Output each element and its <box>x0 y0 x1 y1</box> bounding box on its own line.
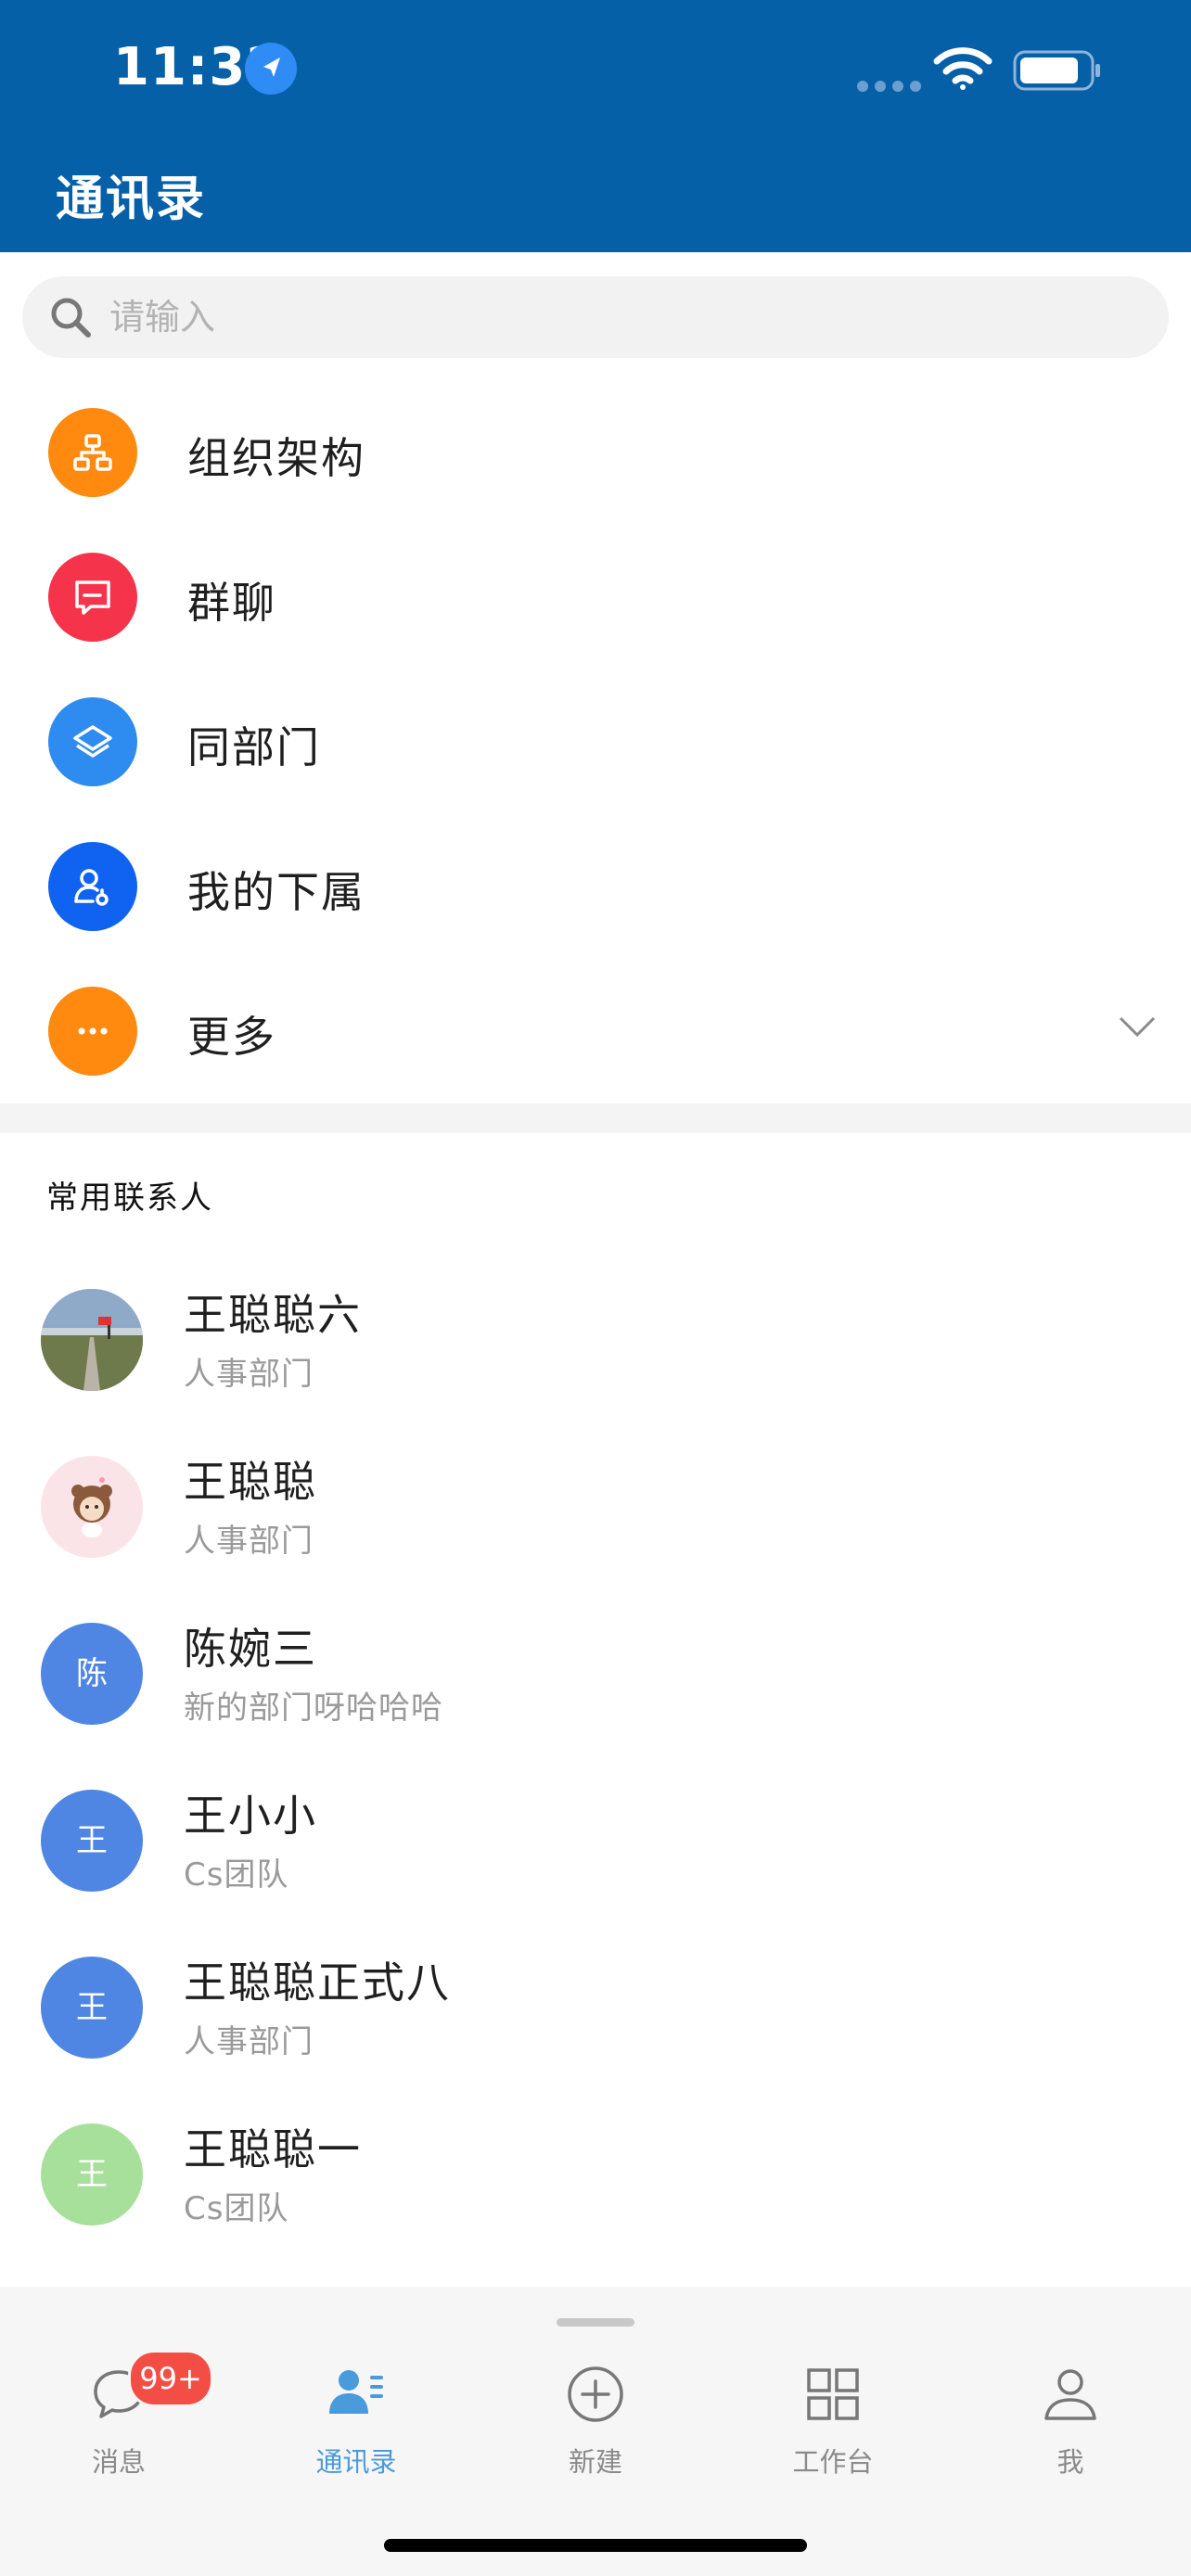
contact-row[interactable]: 陈 陈婉三 新的部门呀哈哈哈 <box>0 1606 1191 1773</box>
contact-name: 王聪聪 <box>184 1457 317 1507</box>
menu-item-group-chat[interactable]: 群聊 <box>0 525 1191 670</box>
page-title: 通讯录 <box>56 172 207 227</box>
battery-icon <box>1013 50 1102 95</box>
chat-bubble-icon <box>48 553 137 642</box>
contact-department: Cs团队 <box>184 2190 289 2227</box>
contact-row[interactable]: 王聪聪六 人事部门 <box>0 1272 1191 1439</box>
menu-item-label: 组织架构 <box>187 433 365 483</box>
grid-icon <box>803 2365 863 2428</box>
avatar <box>41 1289 143 1391</box>
person-icon <box>1041 2365 1100 2428</box>
home-indicator <box>384 2539 807 2552</box>
contact-row[interactable]: 王 王聪聪一 Cs团队 <box>0 2107 1191 2274</box>
chevron-down-icon[interactable] <box>1117 1013 1158 1044</box>
contact-name: 王聪聪一 <box>184 2124 362 2174</box>
contact-name: 王小小 <box>184 1791 317 1841</box>
tab-label: 工作台 <box>792 2446 874 2478</box>
search-input[interactable] <box>109 287 1148 347</box>
subordinate-icon <box>48 842 137 931</box>
section-divider <box>0 1103 1191 1133</box>
section-title: 常用联系人 <box>46 1180 213 1217</box>
contact-row[interactable]: 王 王小小 Cs团队 <box>0 1773 1191 1940</box>
contact-name: 王聪聪六 <box>184 1290 362 1340</box>
location-icon <box>245 43 297 95</box>
tab-label: 消息 <box>91 2446 146 2478</box>
tab-label: 通讯录 <box>315 2446 397 2478</box>
contact-department: Cs团队 <box>184 1856 289 1894</box>
search-icon <box>48 295 93 343</box>
avatar: 王 <box>41 1790 143 1892</box>
menu-item-label: 我的下属 <box>187 867 365 917</box>
cellular-signal-icon <box>857 78 928 96</box>
tab-label: 我 <box>1057 2446 1084 2478</box>
avatar: 陈 <box>41 1623 143 1725</box>
menu-item-label: 群聊 <box>187 578 276 628</box>
menu-item-my-subordinates[interactable]: 我的下属 <box>0 814 1191 959</box>
contact-department: 人事部门 <box>184 1356 314 1393</box>
more-dots-icon <box>48 987 137 1076</box>
drag-handle[interactable] <box>557 2318 634 2327</box>
contact-department: 新的部门呀哈哈哈 <box>184 1690 443 1727</box>
tab-workbench[interactable]: 工作台 <box>740 2365 926 2485</box>
menu-item-same-department[interactable]: 同部门 <box>0 670 1191 814</box>
contact-name: 陈婉三 <box>184 1624 317 1674</box>
layers-icon <box>48 697 137 786</box>
menu-item-label: 同部门 <box>187 722 321 772</box>
wifi-icon <box>933 46 992 95</box>
contact-row[interactable]: 王 王聪聪正式八 人事部门 <box>0 1940 1191 2107</box>
menu-item-org-structure[interactable]: 组织架构 <box>0 380 1191 525</box>
contact-row[interactable]: 王聪聪 人事部门 <box>0 1439 1191 1606</box>
plus-circle-icon <box>566 2365 625 2428</box>
menu-item-label: 更多 <box>187 1012 276 1062</box>
avatar: 王 <box>41 1957 143 2059</box>
contact-department: 人事部门 <box>184 1523 314 1560</box>
avatar <box>41 1456 143 1558</box>
avatar: 王 <box>41 2123 143 2225</box>
tab-me[interactable]: 我 <box>978 2365 1163 2485</box>
contacts-icon <box>327 2365 386 2428</box>
contact-name: 王聪聪正式八 <box>184 1958 451 2008</box>
org-chart-icon <box>48 408 137 497</box>
tab-label: 新建 <box>568 2446 622 2478</box>
contact-department: 人事部门 <box>184 2023 314 2060</box>
tab-contacts[interactable]: 通讯录 <box>263 2365 449 2485</box>
tab-new[interactable]: 新建 <box>503 2365 688 2485</box>
menu-item-more[interactable]: 更多 <box>0 959 1191 1103</box>
unread-badge: 99+ <box>128 2350 213 2407</box>
